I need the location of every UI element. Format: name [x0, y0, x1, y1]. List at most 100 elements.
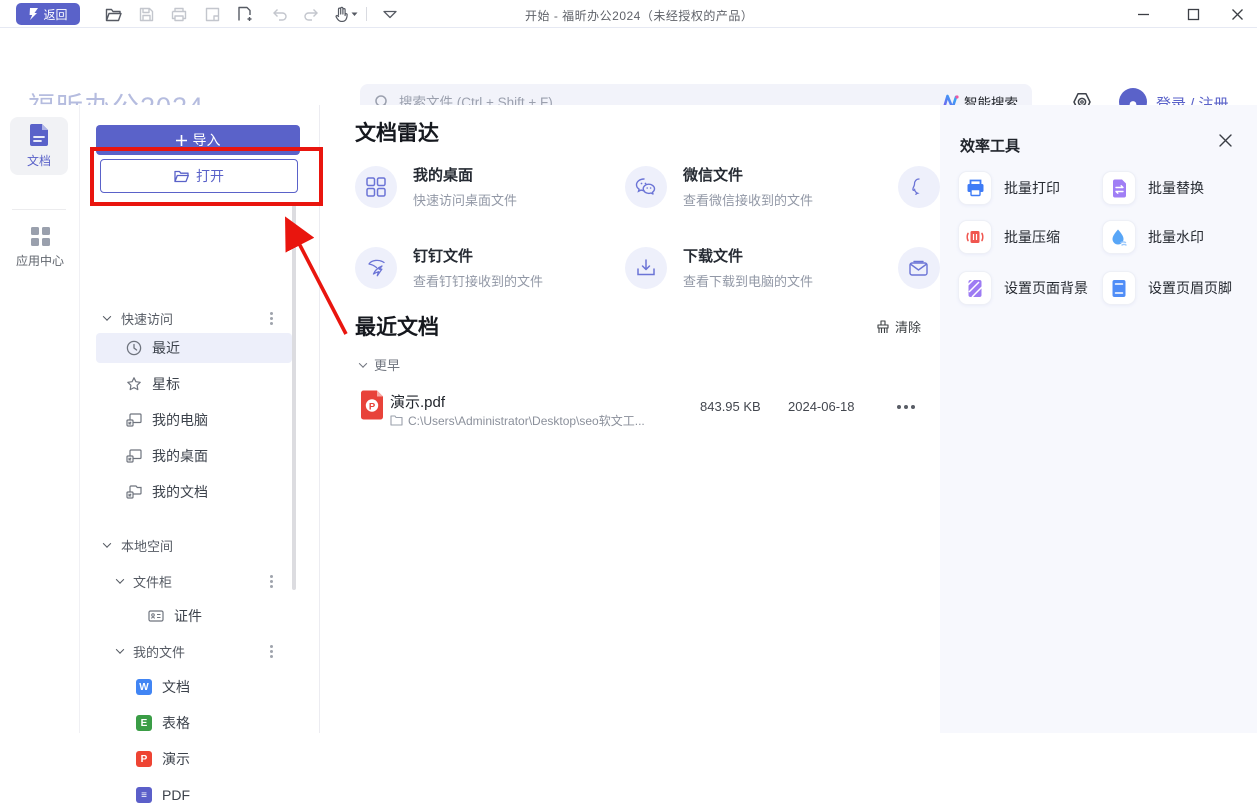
chevron-down-icon — [359, 359, 367, 367]
minimize-button[interactable] — [1130, 5, 1156, 23]
hand-tool-icon[interactable] — [332, 4, 360, 24]
local-space-label: 本地空间 — [121, 536, 173, 555]
tool-batch-replace[interactable]: 批量替换 — [1102, 171, 1204, 205]
folder-icon — [390, 415, 403, 426]
tool-label: 设置页面背景 — [1004, 278, 1088, 298]
recent-group-label: 更早 — [374, 355, 400, 374]
print-icon[interactable] — [169, 4, 189, 24]
app-grid-icon — [31, 227, 50, 246]
pdf-document-icon: P — [359, 390, 385, 420]
efficiency-tools-panel: 效率工具 批量打印 批量替换 — [940, 105, 1257, 733]
window-title: 开始 - 福昕办公2024（未经授权的产品） — [525, 7, 753, 24]
sidebar-item-label: 我的文档 — [152, 482, 208, 502]
svg-text:P: P — [369, 402, 376, 413]
recent-section-title: 最近文档 — [355, 311, 439, 341]
radar-card-subtitle: 查看微信接收到的文件 — [683, 190, 813, 209]
header-footer-icon — [1102, 271, 1136, 305]
left-rail: 文档 应用中心 — [0, 105, 80, 733]
clear-broom-icon — [876, 320, 890, 334]
sidebar-item-my-computer[interactable]: 我的电脑 — [96, 405, 292, 435]
document-icon — [28, 124, 50, 148]
sidebar-item-my-desktop[interactable]: 我的桌面 — [96, 441, 292, 471]
cabinet-menu-icon[interactable] — [270, 580, 273, 583]
rail-divider — [12, 209, 66, 210]
sidebar-item-my-documents[interactable]: 我的文档 — [96, 477, 292, 507]
desktop-grid-icon — [355, 166, 397, 208]
tools-close-icon[interactable] — [1218, 133, 1236, 151]
my-files-label: 我的文件 — [133, 642, 185, 661]
annotation-highlight-box — [90, 147, 323, 206]
tool-header-footer[interactable]: 设置页眉页脚 — [1102, 271, 1232, 305]
radar-card-title: 下载文件 — [683, 245, 813, 266]
cabinet-header[interactable]: 文件柜 — [80, 569, 320, 593]
sidebar-item-pdf[interactable]: ≡ PDF — [96, 780, 292, 810]
sidebar-item-certificates[interactable]: 证件 — [96, 601, 292, 631]
radar-card-subtitle: 查看下载到电脑的文件 — [683, 271, 813, 290]
sidebar-item-recent[interactable]: 最近 — [96, 333, 292, 363]
maximize-button[interactable] — [1180, 5, 1206, 23]
quick-access-label: 快速访问 — [121, 309, 173, 328]
back-button[interactable]: 返回 — [16, 3, 80, 25]
tool-batch-print[interactable]: 批量打印 — [958, 171, 1060, 205]
sidebar-item-slides[interactable]: P 演示 — [96, 744, 292, 774]
tool-label: 批量替换 — [1148, 178, 1204, 198]
my-files-header[interactable]: 我的文件 — [80, 639, 320, 663]
pdf-file-icon: ≡ — [136, 787, 152, 803]
tool-label: 批量压缩 — [1004, 227, 1060, 247]
rail-documents-label: 文档 — [27, 152, 51, 169]
radar-card-title: 我的桌面 — [413, 164, 517, 185]
sidebar-item-label: 文档 — [162, 677, 190, 697]
clock-icon — [126, 340, 142, 356]
qq-file-icon[interactable] — [898, 166, 940, 208]
plus-icon — [176, 135, 187, 146]
batch-replace-icon — [1102, 171, 1136, 205]
radar-card-wechat[interactable]: 微信文件 查看微信接收到的文件 — [625, 164, 813, 209]
print-preview-icon[interactable] — [202, 4, 222, 24]
toolbar-expand-icon[interactable] — [380, 4, 400, 24]
local-space-header[interactable]: 本地空间 — [80, 533, 320, 557]
sheet-file-icon: E — [136, 715, 152, 731]
my-files-menu-icon[interactable] — [270, 650, 273, 653]
file-name[interactable]: 演示.pdf — [390, 391, 445, 412]
file-path-row: C:\Users\Administrator\Desktop\seo软文工... — [390, 412, 645, 429]
save-icon[interactable] — [136, 4, 156, 24]
tool-batch-watermark[interactable]: 批量水印 — [1102, 220, 1204, 254]
writer-file-icon: W — [136, 679, 152, 695]
title-bar: 返回 开始 - 福昕办公2024（未经授权的产品） — [0, 0, 1257, 28]
foxit-logo-icon — [28, 7, 39, 21]
slides-file-icon: P — [136, 751, 152, 767]
radar-card-dingtalk[interactable]: 钉钉文件 查看钉钉接收到的文件 — [355, 245, 543, 290]
shortcut-folder-icon — [126, 484, 142, 500]
main-content: 文档雷达 我的桌面 快速访问桌面文件 微信文件 查看微 — [320, 105, 940, 733]
recent-group-earlier[interactable]: 更早 — [360, 355, 400, 374]
close-button[interactable] — [1224, 5, 1250, 23]
radar-card-desktop[interactable]: 我的桌面 快速访问桌面文件 — [355, 164, 517, 209]
chevron-down-icon — [116, 575, 124, 583]
tool-batch-compress[interactable]: 批量压缩 — [958, 220, 1060, 254]
dingtalk-icon — [355, 247, 397, 289]
radar-card-downloads[interactable]: 下载文件 查看下载到电脑的文件 — [625, 245, 813, 290]
radar-card-subtitle: 快速访问桌面文件 — [413, 190, 517, 209]
rail-app-center-label: 应用中心 — [16, 252, 64, 269]
batch-watermark-icon — [1102, 220, 1136, 254]
tool-page-background[interactable]: 设置页面背景 — [958, 271, 1088, 305]
rail-item-app-center[interactable]: 应用中心 — [0, 227, 80, 269]
sidebar-item-label: 最近 — [152, 338, 180, 358]
clear-label: 清除 — [895, 317, 921, 336]
file-more-icon[interactable] — [904, 405, 908, 409]
cabinet-label: 文件柜 — [133, 572, 172, 591]
sidebar-item-starred[interactable]: 星标 — [96, 369, 292, 399]
tool-label: 设置页眉页脚 — [1148, 278, 1232, 298]
radar-card-title: 微信文件 — [683, 164, 813, 185]
undo-icon[interactable] — [270, 4, 290, 24]
new-document-icon[interactable] — [235, 4, 255, 24]
tool-label: 批量水印 — [1148, 227, 1204, 247]
open-file-icon[interactable] — [103, 4, 123, 24]
rail-item-documents[interactable]: 文档 — [10, 117, 68, 175]
mail-file-icon[interactable] — [898, 247, 940, 289]
sidebar-item-docs[interactable]: W 文档 — [96, 672, 292, 702]
sidebar-item-label: 我的电脑 — [152, 410, 208, 430]
sidebar-item-sheets[interactable]: E 表格 — [96, 708, 292, 738]
clear-recent-button[interactable]: 清除 — [876, 317, 921, 336]
redo-icon[interactable] — [301, 4, 321, 24]
